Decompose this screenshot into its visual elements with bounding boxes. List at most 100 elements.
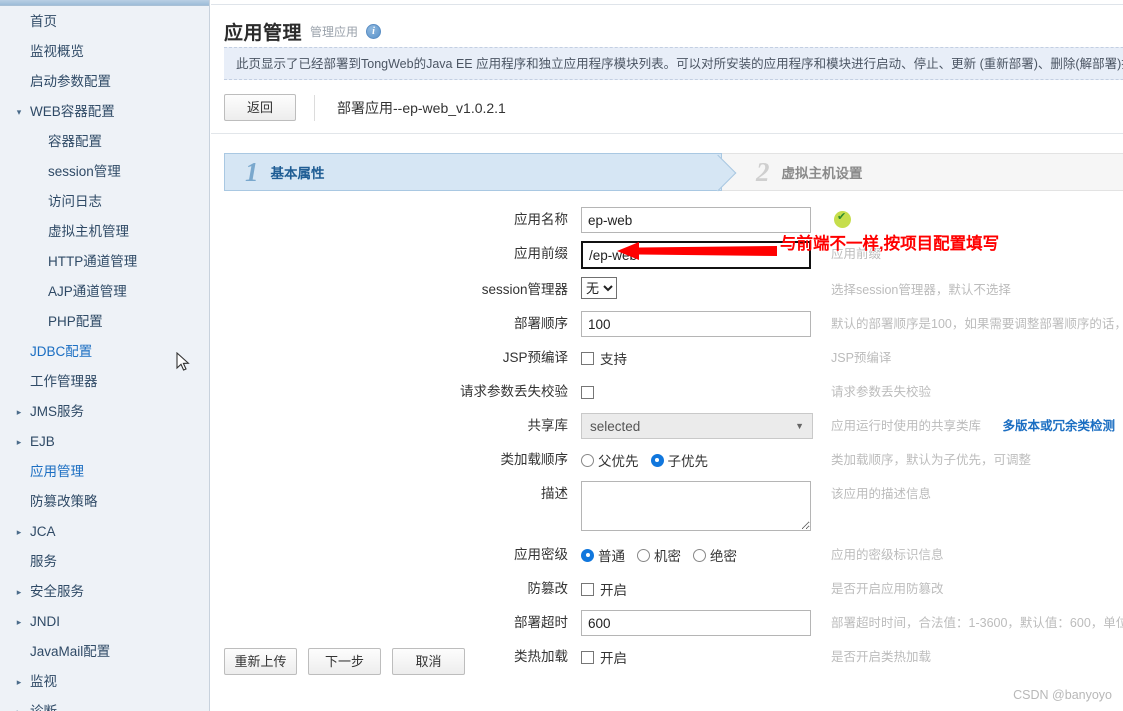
chevron-right-icon[interactable] bbox=[13, 607, 25, 637]
class-load-order-radio-parent-first[interactable] bbox=[581, 453, 594, 467]
chevron-right-icon[interactable] bbox=[13, 577, 25, 607]
sidebar-item-23[interactable]: 诊断 bbox=[0, 697, 209, 711]
action-row: 返回 部署应用--ep-web_v1.0.2.1 bbox=[224, 94, 506, 121]
sidebar-item-label: 监视概览 bbox=[30, 44, 84, 59]
label-deploy-timeout: 部署超时 bbox=[514, 615, 568, 630]
app-root: 首页监视概览启动参数配置WEB容器配置容器配置session管理访问日志虚拟主机… bbox=[0, 0, 1123, 711]
sidebar-item-1[interactable]: 监视概览 bbox=[0, 37, 209, 67]
hint-description: 该应用的描述信息 bbox=[831, 487, 932, 501]
back-button[interactable]: 返回 bbox=[224, 94, 296, 121]
check-ok-icon bbox=[834, 210, 851, 228]
app-name-input[interactable] bbox=[581, 207, 811, 233]
sidebar-item-18[interactable]: 服务 bbox=[0, 547, 209, 577]
sidebar-item-2[interactable]: 启动参数配置 bbox=[0, 67, 209, 97]
sidebar-item-17[interactable]: JCA bbox=[0, 517, 209, 547]
security-level-radio-normal[interactable] bbox=[581, 548, 594, 562]
shared-lib-dropdown[interactable]: selected ▼ bbox=[581, 413, 813, 439]
field-row-jsp-precompile: JSP预编译 支持 JSP预编译 bbox=[211, 345, 1123, 371]
field-row-anti-tamper: 防篡改 开启 是否开启应用防篡改 bbox=[211, 576, 1123, 602]
chevron-right-icon[interactable] bbox=[13, 397, 25, 427]
cancel-button[interactable]: 取消 bbox=[392, 648, 465, 675]
sidebar-item-label: 监视 bbox=[30, 674, 57, 689]
deploy-timeout-input[interactable] bbox=[581, 610, 811, 636]
chevron-down-icon[interactable] bbox=[13, 97, 25, 127]
jsp-precompile-checkbox-label: 支持 bbox=[600, 352, 627, 367]
sidebar-item-label: JNDI bbox=[30, 614, 60, 629]
hint-anti-tamper: 是否开启应用防篡改 bbox=[831, 582, 944, 596]
sidebar-item-15[interactable]: 应用管理 bbox=[0, 457, 209, 487]
chevron-right-icon[interactable] bbox=[13, 517, 25, 547]
sidebar-item-19[interactable]: 安全服务 bbox=[0, 577, 209, 607]
sidebar: 首页监视概览启动参数配置 WEB容器配置容器配置 session管理访问日志虚拟主机… bbox=[0, 0, 210, 711]
redundant-class-check-link[interactable]: 多版本或冗余类检测 bbox=[1003, 419, 1116, 433]
control-session-manager: 无 bbox=[581, 277, 813, 299]
field-row-class-load-order: 类加载顺序 父优先 子优先 类加载顺序，默认为子优先，可调整 bbox=[211, 447, 1123, 473]
security-level-radio-confidential[interactable] bbox=[637, 548, 650, 562]
deploy-order-input[interactable] bbox=[581, 311, 811, 337]
jsp-precompile-checkbox[interactable] bbox=[581, 351, 594, 365]
sidebar-nav: 首页监视概览启动参数配置 WEB容器配置容器配置 session管理访问日志虚拟主机… bbox=[0, 7, 209, 711]
field-row-description: 描述 该应用的描述信息 bbox=[211, 481, 1123, 534]
page-subtitle: 管理应用 bbox=[310, 25, 359, 39]
control-deploy-timeout bbox=[581, 610, 813, 636]
sidebar-item-label: JDBC配置 bbox=[30, 344, 93, 359]
session-manager-select[interactable]: 无 bbox=[581, 277, 617, 299]
sidebar-item-22[interactable]: 监视 bbox=[0, 667, 209, 697]
label-anti-tamper: 防篡改 bbox=[527, 581, 569, 596]
chevron-right-icon[interactable] bbox=[13, 667, 25, 697]
control-jsp-precompile: 支持 bbox=[581, 345, 813, 371]
app-prefix-input[interactable] bbox=[581, 241, 811, 269]
main-top-divider bbox=[211, 0, 1123, 5]
sidebar-item-11[interactable]: JDBC配置 bbox=[0, 337, 209, 367]
chevron-right-icon[interactable] bbox=[13, 427, 25, 457]
next-step-button[interactable]: 下一步 bbox=[308, 648, 381, 675]
control-description bbox=[581, 481, 813, 534]
hint-jsp-precompile: JSP预编译 bbox=[831, 351, 892, 365]
sidebar-item-20[interactable]: JNDI bbox=[0, 607, 209, 637]
sidebar-item-10[interactable]: PHP配置 bbox=[0, 307, 209, 337]
hot-reload-checkbox[interactable] bbox=[581, 650, 594, 664]
control-deploy-order bbox=[581, 311, 813, 337]
reupload-button[interactable]: 重新上传 bbox=[224, 648, 297, 675]
header-divider bbox=[211, 133, 1123, 134]
sidebar-item-6[interactable]: 访问日志 bbox=[0, 187, 209, 217]
hint-deploy-order: 默认的部署顺序是100，如果需要调整部署顺序的话，可以指定 bbox=[831, 317, 1123, 331]
info-icon[interactable]: i bbox=[366, 24, 382, 39]
label-app-prefix: 应用前缀 bbox=[514, 246, 568, 261]
security-level-label-top-secret: 绝密 bbox=[710, 549, 737, 564]
sidebar-item-21[interactable]: JavaMail配置 bbox=[0, 637, 209, 667]
sidebar-item-label: 工作管理器 bbox=[30, 374, 98, 389]
field-row-app-prefix: 应用前缀 应用前缀 bbox=[211, 241, 1123, 269]
hint-app-prefix: 应用前缀 bbox=[831, 247, 882, 261]
sidebar-item-13[interactable]: JMS服务 bbox=[0, 397, 209, 427]
step-label: 虚拟主机设置 bbox=[781, 166, 863, 181]
control-class-load-order: 父优先 子优先 bbox=[581, 447, 813, 473]
sidebar-item-16[interactable]: 防篡改策略 bbox=[0, 487, 209, 517]
class-load-order-label-parent-first: 父优先 bbox=[598, 454, 639, 469]
hint-security-level: 应用的密级标识信息 bbox=[831, 548, 944, 562]
sidebar-item-9[interactable]: AJP通道管理 bbox=[0, 277, 209, 307]
sidebar-item-4[interactable]: 容器配置 bbox=[0, 127, 209, 157]
step-tab-virtual-host[interactable]: 2 虚拟主机设置 bbox=[722, 153, 1123, 191]
sidebar-item-7[interactable]: 虚拟主机管理 bbox=[0, 217, 209, 247]
security-level-radio-top-secret[interactable] bbox=[693, 548, 706, 562]
step-tab-basic-attributes[interactable]: 1 基本属性 bbox=[224, 153, 722, 191]
field-row-param-loss-check: 请求参数丢失校验 请求参数丢失校验 bbox=[211, 379, 1123, 405]
hint-class-load-order: 类加载顺序，默认为子优先，可调整 bbox=[831, 453, 1032, 467]
class-load-order-radio-child-first[interactable] bbox=[650, 453, 664, 467]
sidebar-item-3[interactable]: WEB容器配置 bbox=[0, 97, 209, 127]
action-divider bbox=[314, 94, 315, 121]
anti-tamper-checkbox[interactable] bbox=[581, 582, 594, 596]
control-shared-lib: selected ▼ bbox=[581, 413, 813, 439]
description-textarea[interactable] bbox=[581, 481, 811, 531]
sidebar-item-14[interactable]: EJB bbox=[0, 427, 209, 457]
sidebar-item-0[interactable]: 首页 bbox=[0, 7, 209, 37]
hot-reload-checkbox-label: 开启 bbox=[600, 651, 627, 666]
sidebar-item-label: PHP配置 bbox=[48, 314, 103, 329]
param-loss-check-checkbox[interactable] bbox=[581, 385, 594, 399]
sidebar-item-label: JCA bbox=[30, 524, 56, 539]
chevron-right-icon[interactable] bbox=[13, 697, 25, 711]
sidebar-item-5[interactable]: session管理 bbox=[0, 157, 209, 187]
sidebar-item-8[interactable]: HTTP通道管理 bbox=[0, 247, 209, 277]
sidebar-item-12[interactable]: 工作管理器 bbox=[0, 367, 209, 397]
